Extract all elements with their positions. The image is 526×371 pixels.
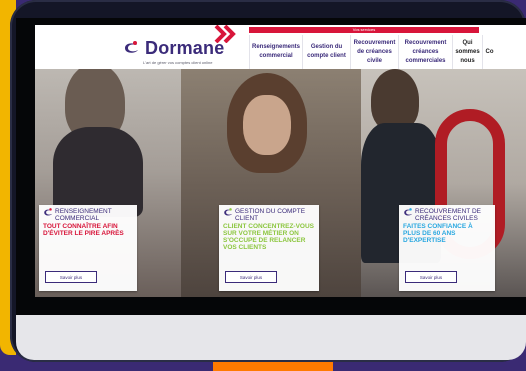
card-subtitle: Client concentrez-vous sur votre métier …	[223, 223, 314, 251]
site-header: Vos services Dormane L'art de gérer vos …	[35, 25, 526, 69]
savoir-plus-button[interactable]: Savoir plus	[405, 271, 457, 283]
person-body	[53, 127, 143, 217]
card-gestion: Gestion du compte client Client concentr…	[219, 205, 319, 291]
panel-renseignement: Renseignement commercial Tout connaître …	[35, 69, 181, 297]
hero-panels: Renseignement commercial Tout connaître …	[35, 69, 526, 297]
dormane-mark-icon	[224, 208, 233, 216]
services-strip-label: Vos services	[352, 27, 376, 32]
savoir-plus-button[interactable]: Savoir plus	[45, 271, 97, 283]
panel-gestion: Gestion du compte client Client concentr…	[181, 69, 361, 297]
nav-item-qui-sommes-nous[interactable]: Qui sommes nous	[452, 35, 482, 69]
nav-item-renseignements[interactable]: Renseignements commercial	[249, 35, 302, 69]
nav-item-gestion[interactable]: Gestion du compte client	[302, 35, 350, 69]
person-face	[243, 95, 291, 155]
card-recouvrement: Recouvrement de créances civiles Faites …	[399, 205, 495, 291]
chevrons-icon	[214, 25, 236, 43]
card-subtitle: Faites confiance à plus de 60 ans d'expe…	[403, 223, 473, 244]
card-title: Renseignement commercial	[55, 208, 112, 222]
card-title: Gestion du compte client	[235, 208, 306, 222]
services-strip: Vos services	[249, 27, 479, 33]
laptop-chin	[16, 315, 526, 360]
website-screenshot: Vos services Dormane L'art de gérer vos …	[35, 25, 526, 297]
card-title: Recouvrement de créances civiles	[415, 208, 481, 222]
person-photo	[371, 69, 419, 131]
logo-mark-icon	[125, 41, 138, 53]
panel-recouvrement: Recouvrement de créances civiles Faites …	[361, 69, 526, 297]
background-accent-orange	[213, 361, 333, 371]
card-subtitle: Tout connaître afin d'éviter le pire apr…	[43, 223, 124, 237]
card-renseignement: Renseignement commercial Tout connaître …	[39, 205, 137, 291]
nav-item-contact-truncated[interactable]: Co	[482, 35, 496, 69]
main-nav: Renseignements commercial Gestion du com…	[249, 35, 496, 69]
site-logo[interactable]: Dormane L'art de gérer vos comptes clien…	[121, 25, 241, 65]
dormane-mark-icon	[44, 208, 53, 216]
logo-tagline: L'art de gérer vos comptes client online	[143, 60, 213, 65]
dormane-mark-icon	[404, 208, 413, 216]
savoir-plus-button[interactable]: Savoir plus	[225, 271, 277, 283]
nav-item-recouvrement-commerciales[interactable]: Recouvrement créances commerciales	[398, 35, 452, 69]
nav-item-recouvrement-civile[interactable]: Recouvrement de créances civile	[350, 35, 398, 69]
